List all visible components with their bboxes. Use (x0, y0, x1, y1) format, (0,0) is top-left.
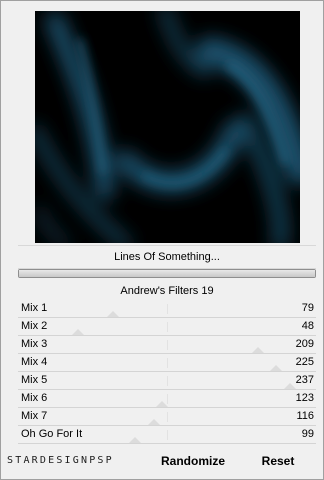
slider-thumb[interactable] (155, 401, 168, 407)
slider-mix-5[interactable]: Mix 5 237 (18, 372, 316, 390)
slider-center-tick (167, 340, 168, 350)
slider-label: Mix 6 (21, 392, 48, 404)
slider-value: 116 (296, 410, 314, 422)
slider-thumb[interactable] (148, 419, 161, 425)
slider-thumb[interactable] (106, 311, 119, 317)
slider-center-tick (167, 358, 168, 368)
slider-oh-go-for-it[interactable]: Oh Go For It 99 (18, 426, 316, 444)
slider-mix-1[interactable]: Mix 1 79 (18, 300, 316, 318)
slider-value: 209 (295, 338, 314, 350)
slider-thumb[interactable] (283, 383, 296, 389)
slider-center-tick (167, 304, 168, 314)
slider-mix-4[interactable]: Mix 4 225 (18, 354, 316, 372)
slider-list: Mix 1 79 Mix 2 48 Mix 3 209 Mix 4 225 Mi… (18, 300, 316, 444)
preview-image (35, 11, 300, 243)
slider-value: 79 (301, 302, 314, 314)
slider-center-tick (167, 412, 168, 422)
slider-mix-7[interactable]: Mix 7 116 (18, 408, 316, 426)
slider-label: Mix 3 (21, 338, 48, 350)
slider-center-tick (167, 322, 168, 332)
slider-track (18, 443, 316, 444)
progress-bar (18, 269, 316, 278)
slider-label: Mix 2 (21, 320, 48, 332)
brand-logo: STARDESIGNPSP (7, 455, 114, 466)
randomize-button[interactable]: Randomize (157, 452, 229, 470)
slider-mix-2[interactable]: Mix 2 48 (18, 318, 316, 336)
reset-button[interactable]: Reset (255, 452, 301, 470)
slider-thumb[interactable] (71, 329, 84, 335)
preview-graphic (35, 11, 300, 243)
slider-label: Mix 5 (21, 374, 48, 386)
filter-dialog: Lines Of Something... Andrew's Filters 1… (0, 0, 324, 480)
slider-value: 237 (295, 374, 314, 386)
slider-label: Mix 1 (21, 302, 48, 314)
slider-label: Oh Go For It (21, 428, 83, 440)
slider-center-tick (167, 430, 168, 440)
slider-value: 99 (301, 428, 314, 440)
slider-thumb[interactable] (252, 347, 265, 353)
slider-center-tick (167, 376, 168, 386)
slider-value: 225 (295, 356, 314, 368)
slider-thumb[interactable] (129, 437, 142, 443)
progress-fill (19, 270, 315, 277)
footer-bar: STARDESIGNPSP Randomize Reset (1, 450, 323, 472)
slider-mix-3[interactable]: Mix 3 209 (18, 336, 316, 354)
slider-value: 123 (295, 392, 314, 404)
filter-category-label: Andrew's Filters 19 (120, 285, 214, 297)
slider-label: Mix 7 (21, 410, 48, 422)
slider-mix-6[interactable]: Mix 6 123 (18, 390, 316, 408)
slider-label: Mix 4 (21, 356, 48, 368)
filter-name-label: Lines Of Something... (18, 245, 316, 269)
slider-thumb[interactable] (270, 365, 283, 371)
slider-value: 48 (301, 320, 314, 332)
